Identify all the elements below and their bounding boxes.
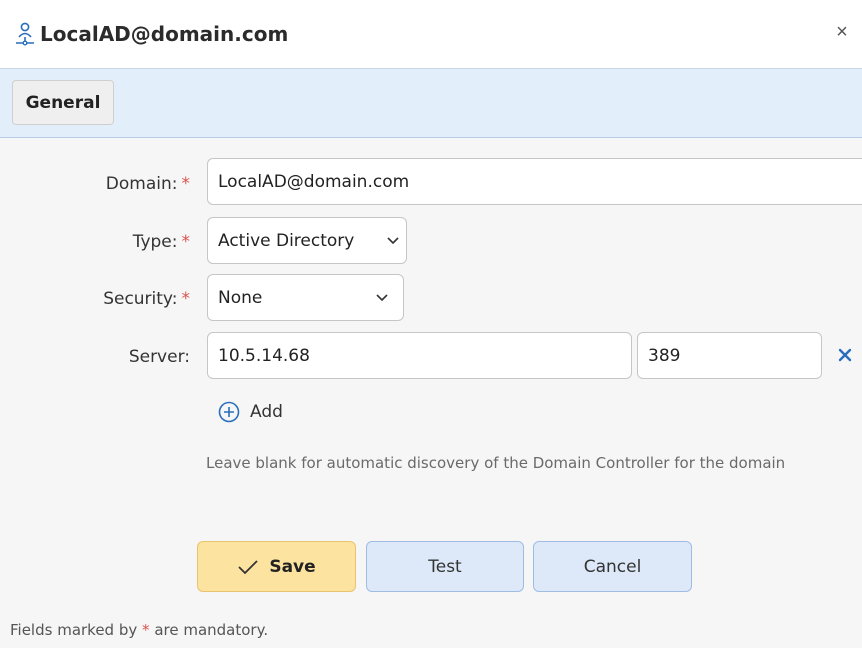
security-label-text: Security: — [103, 289, 178, 309]
server-host-input[interactable]: 10.5.14.68 — [207, 332, 632, 379]
server-hint-text: Leave blank for automatic discovery of t… — [206, 454, 786, 472]
server-port-value: 389 — [648, 345, 681, 366]
note-suffix: are mandatory. — [154, 621, 269, 639]
server-port-input[interactable]: 389 — [637, 332, 822, 379]
add-label: Add — [250, 402, 283, 422]
required-mark: * — [181, 174, 191, 194]
server-label: Server: — [10, 347, 190, 367]
server-host-value: 10.5.14.68 — [218, 345, 310, 366]
security-label: Security: * — [10, 289, 190, 309]
type-label-text: Type: — [132, 232, 178, 252]
checkmark-icon — [238, 559, 258, 574]
security-select[interactable]: None — [207, 274, 404, 321]
mandatory-fields-note: Fields marked by * are mandatory. — [10, 621, 268, 639]
plus-circle-icon — [218, 401, 240, 423]
dialog-titlebar: LocalAD@domain.com × — [0, 0, 862, 69]
note-required-mark: * — [142, 621, 150, 639]
security-select-value: None — [218, 287, 263, 308]
cancel-label: Cancel — [583, 556, 642, 577]
tab-bar: General — [0, 69, 862, 138]
tab-general[interactable]: General — [12, 80, 114, 125]
chevron-down-icon — [376, 293, 388, 301]
dialog-title: LocalAD@domain.com — [40, 22, 289, 46]
domain-label-text: Domain: — [105, 174, 178, 194]
close-icon[interactable]: × — [830, 20, 854, 44]
cancel-button[interactable]: Cancel — [533, 541, 692, 592]
save-label: Save — [269, 556, 316, 577]
required-mark: * — [181, 232, 191, 252]
remove-icon[interactable] — [836, 346, 854, 364]
type-select-value: Active Directory — [218, 230, 355, 251]
note-prefix: Fields marked by — [10, 621, 138, 639]
save-button[interactable]: Save — [197, 541, 356, 592]
test-label: Test — [428, 556, 462, 577]
network-user-icon — [16, 22, 34, 46]
domain-label: Domain: * — [10, 174, 190, 194]
chevron-down-icon — [387, 236, 399, 244]
type-select[interactable]: Active Directory — [207, 217, 407, 264]
test-button[interactable]: Test — [366, 541, 524, 592]
server-label-text: Server: — [128, 347, 190, 367]
domain-input[interactable]: LocalAD@domain.com — [207, 158, 862, 205]
type-label: Type: * — [10, 232, 190, 252]
add-server-button[interactable]: Add — [218, 401, 283, 423]
domain-input-value: LocalAD@domain.com — [218, 171, 410, 192]
required-mark: * — [181, 289, 191, 309]
